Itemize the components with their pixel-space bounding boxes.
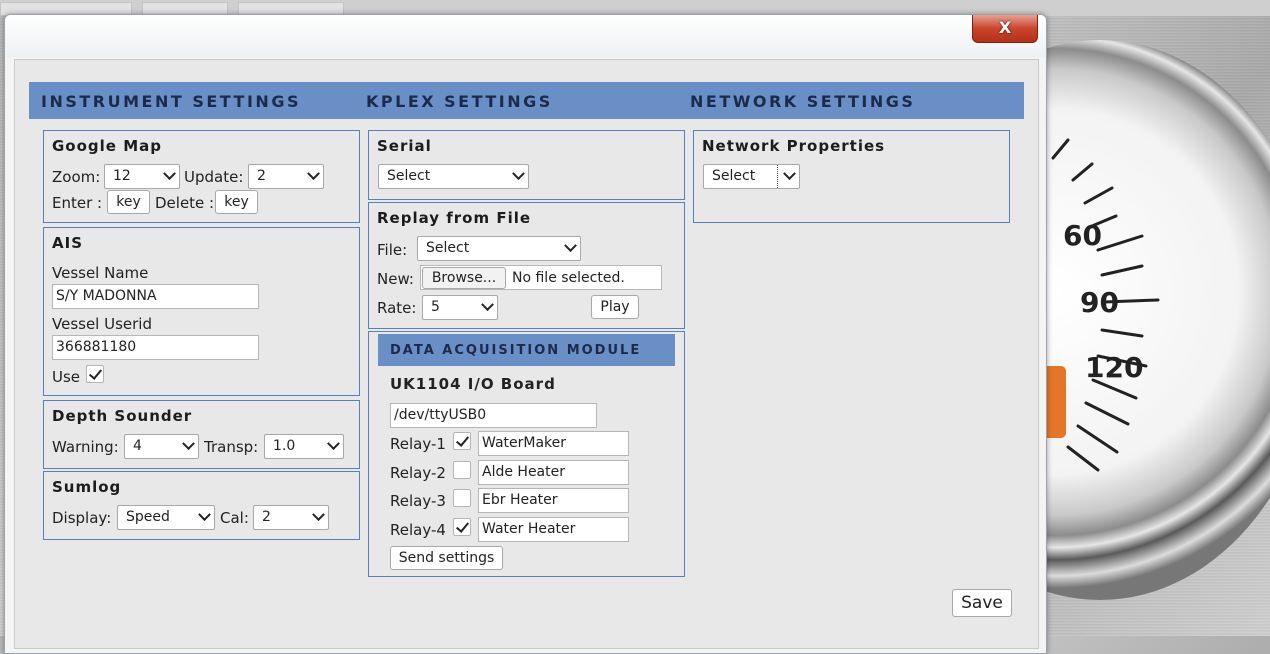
enter-key-button[interactable]: key (107, 190, 150, 214)
ais-use-checkbox[interactable] (86, 365, 104, 383)
serial-panel: Serial Select (368, 130, 685, 200)
cal-label: Cal: (220, 509, 249, 527)
network-settings-header: NETWORK SETTINGS (690, 92, 916, 111)
update-select[interactable]: 2 (248, 164, 324, 189)
vessel-userid-input[interactable]: 366881180 (52, 335, 259, 360)
rate-select[interactable]: 5 (422, 295, 498, 320)
delete-label: Delete : (155, 194, 215, 212)
file-value: Select (426, 240, 470, 256)
window-titlebar (5, 15, 1046, 57)
replay-title: Replay from File (377, 209, 532, 227)
gauge-tick-90: 90 (1080, 286, 1119, 319)
depth-sounder-title: Depth Sounder (52, 407, 193, 425)
chevron-down-icon (783, 167, 796, 181)
warning-value: 4 (133, 438, 142, 454)
serial-select[interactable]: Select (378, 164, 529, 189)
chevron-down-icon (307, 167, 320, 181)
transp-value: 1.0 (273, 438, 296, 454)
settings-content: INSTRUMENT SETTINGS KPLEX SETTINGS NETWO… (14, 59, 1039, 649)
transp-label: Transp: (204, 438, 259, 456)
update-value: 2 (257, 168, 266, 184)
gauge-tick-60: 60 (1063, 219, 1102, 252)
delete-key-button[interactable]: key (215, 190, 258, 214)
vessel-name-input[interactable]: S/Y MADONNA (52, 284, 259, 309)
relay-2-name-input[interactable]: Alde Heater (478, 460, 629, 485)
relay-1-name-input[interactable]: WaterMaker (478, 431, 629, 456)
cal-select[interactable]: 2 (253, 505, 329, 530)
use-label: Use (52, 368, 81, 386)
display-value: Speed (126, 509, 170, 525)
enter-label: Enter : (52, 194, 103, 212)
data-acquisition-title: DATA ACQUISITION MODULE (390, 343, 642, 358)
browse-button[interactable]: Browse... (422, 267, 506, 289)
no-file-text: No file selected. (512, 270, 625, 286)
display-label: Display: (52, 509, 112, 527)
relay-2-checkbox[interactable] (453, 461, 471, 479)
warning-select[interactable]: 4 (124, 434, 199, 459)
relay-1-label: Relay-1 (390, 435, 446, 453)
relay-4-name-input[interactable]: Water Heater (478, 517, 629, 542)
chevron-down-icon (312, 508, 325, 522)
chevron-down-icon (327, 437, 340, 451)
zoom-select[interactable]: 12 (104, 164, 180, 189)
section-header-bar: INSTRUMENT SETTINGS KPLEX SETTINGS NETWO… (29, 82, 1024, 119)
vessel-userid-label: Vessel Userid (52, 315, 152, 333)
close-icon: X (998, 18, 1012, 37)
relay-4-checkbox[interactable] (453, 518, 471, 536)
relay-2-label: Relay-2 (390, 464, 446, 482)
rate-value: 5 (431, 299, 440, 315)
serial-value: Select (387, 168, 431, 184)
relay-3-checkbox[interactable] (453, 489, 471, 507)
transp-select[interactable]: 1.0 (264, 434, 344, 459)
update-label: Update: (184, 168, 244, 186)
zoom-value: 12 (113, 168, 131, 184)
replay-panel: Replay from File File: Select New: Brows… (368, 202, 685, 329)
chevron-down-icon (512, 167, 525, 181)
kplex-settings-header: KPLEX SETTINGS (366, 92, 553, 111)
sumlog-title: Sumlog (52, 478, 122, 496)
vessel-name-label: Vessel Name (52, 264, 149, 282)
close-button[interactable]: X (972, 15, 1038, 43)
zoom-label: Zoom: (52, 168, 101, 186)
serial-title: Serial (377, 137, 432, 155)
rate-label: Rate: (377, 299, 417, 317)
save-button[interactable]: Save (952, 589, 1012, 617)
play-button[interactable]: Play (591, 295, 639, 319)
instrument-settings-header: INSTRUMENT SETTINGS (41, 92, 301, 111)
board-title: UK1104 I/O Board (390, 375, 556, 393)
sumlog-panel: Sumlog Display: Speed Cal: 2 (43, 471, 360, 540)
ais-title: AIS (52, 234, 83, 252)
cal-value: 2 (262, 509, 271, 525)
network-select[interactable]: Select (703, 164, 800, 189)
gauge-tick-120: 120 (1085, 351, 1143, 384)
device-input[interactable]: /dev/ttyUSB0 (390, 403, 597, 428)
data-acquisition-header: DATA ACQUISITION MODULE (378, 334, 675, 366)
data-acquisition-panel: DATA ACQUISITION MODULE UK1104 I/O Board… (368, 331, 685, 577)
relay-3-name-input[interactable]: Ebr Heater (478, 488, 629, 513)
relay-1-checkbox[interactable] (453, 432, 471, 450)
google-map-title: Google Map (52, 137, 162, 155)
ais-panel: AIS Vessel Name S/Y MADONNA Vessel Useri… (43, 227, 360, 396)
new-label: New: (377, 270, 414, 288)
network-properties-panel: Network Properties Select (693, 130, 1010, 223)
settings-window: X INSTRUMENT SETTINGS KPLEX SETTINGS NET… (4, 14, 1047, 654)
google-map-panel: Google Map Zoom: 12 Update: 2 Enter : ke… (43, 130, 360, 223)
chevron-down-icon (163, 167, 176, 181)
relay-4-label: Relay-4 (390, 521, 446, 539)
chevron-down-icon (481, 298, 494, 312)
network-properties-title: Network Properties (702, 137, 886, 155)
file-label: File: (377, 241, 408, 259)
relay-3-label: Relay-3 (390, 492, 446, 510)
network-value: Select (712, 168, 756, 184)
file-select[interactable]: Select (417, 236, 581, 261)
chevron-down-icon (182, 437, 195, 451)
chevron-down-icon (198, 508, 211, 522)
warning-label: Warning: (52, 438, 119, 456)
send-settings-button[interactable]: Send settings (390, 546, 503, 570)
chevron-down-icon (564, 239, 577, 253)
depth-sounder-panel: Depth Sounder Warning: 4 Transp: 1.0 (43, 400, 360, 469)
display-select[interactable]: Speed (117, 505, 215, 530)
